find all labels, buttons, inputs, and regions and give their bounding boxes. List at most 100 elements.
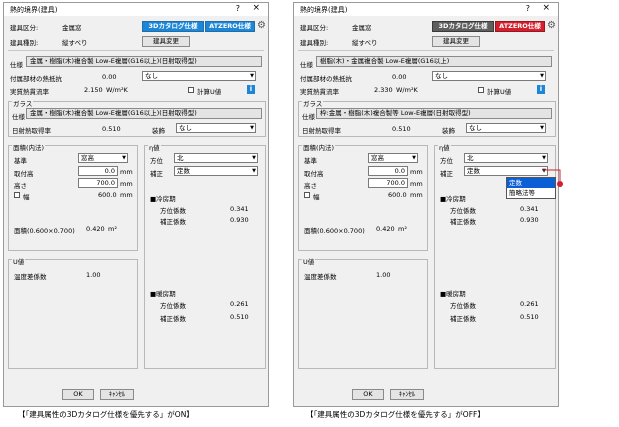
area-value: 0.420 <box>86 225 105 233</box>
atzero-spec-button[interactable]: ATZERO仕様 <box>495 21 545 32</box>
catalog-spec-button[interactable]: 3Dカタログ仕様 <box>432 21 494 32</box>
haba-value: 600.0 <box>98 191 117 199</box>
shurui-label: 建具種別: <box>10 39 39 47</box>
dropdown-arrow-icon: ▼ <box>540 125 544 131</box>
spec-button[interactable]: 金属・樹脂(木)複合製 Low-E複層(G16以上)(日射取得型) <box>26 56 262 67</box>
keisan-checkbox[interactable] <box>188 87 194 93</box>
catalog-spec-button[interactable]: 3Dカタログ仕様 <box>142 21 204 32</box>
info-icon[interactable]: i <box>247 85 255 94</box>
haba-label: 幅 <box>313 193 320 201</box>
atzero-spec-button[interactable]: ATZERO仕様 <box>205 21 255 32</box>
kijun-select[interactable]: 窓高 ▼ <box>78 153 128 163</box>
takasa-label: 高さ <box>304 182 317 190</box>
cancel-button[interactable]: ｷｬﾝｾﾙ <box>390 389 424 400</box>
ok-button[interactable]: OK <box>352 389 384 400</box>
danbo-hoi-label: 方位係数 <box>160 302 186 310</box>
info-icon[interactable]: i <box>537 85 545 94</box>
menseki-title: 面積(内法) <box>302 142 336 152</box>
kubun-value: 金属窓 <box>352 24 372 32</box>
help-button[interactable]: ? <box>236 4 240 13</box>
toritsuke-label: 取付高 <box>14 170 34 178</box>
keisan-label: 計算U値 <box>197 88 222 96</box>
reibo-hoi-value: 0.341 <box>520 205 539 213</box>
keisan-label: 計算U値 <box>487 88 512 96</box>
dropdown-arrow-icon: ▼ <box>252 155 256 161</box>
takasa-input[interactable]: 700.0 <box>78 178 118 188</box>
nissha-value: 0.510 <box>392 125 411 133</box>
toritsuke-input[interactable]: 0.0 <box>368 166 408 176</box>
title-bar: 熱的境界(建具) ? × <box>294 3 558 16</box>
shiyo-label: 仕様 <box>10 61 23 69</box>
eta-group <box>144 145 266 369</box>
reibo-hosei-label: 補正係数 <box>450 218 476 226</box>
cancel-button[interactable]: ｷｬﾝｾﾙ <box>100 389 134 400</box>
danbo-hosei-label: 補正係数 <box>450 315 476 323</box>
dropdown-arrow-icon: ▼ <box>250 73 254 79</box>
kubun-label: 建具区分: <box>300 24 329 32</box>
fuzoku-select[interactable]: なし ▼ <box>432 71 546 81</box>
dropdown-arrow-icon: ▼ <box>412 155 416 161</box>
glass-spec-button[interactable]: 金属・樹脂(木)複合製 Low-E複層(G16以上)(日射取得型) <box>26 108 262 119</box>
hoi-select[interactable]: 北 ▼ <box>464 153 548 163</box>
takasa-unit: mm <box>410 180 423 188</box>
toritsuke-unit: mm <box>120 168 133 176</box>
dialog-title: 熱的境界(建具) <box>300 6 348 14</box>
danbo-hosei-value: 0.510 <box>520 313 539 321</box>
kubun-value: 金属窓 <box>62 24 82 32</box>
shurui-value: 縦すべり <box>62 39 88 47</box>
glass-shiyo-label: 仕様 <box>12 113 25 121</box>
keisan-checkbox[interactable] <box>478 87 484 93</box>
danbo-title: ■暖房期 <box>150 290 176 298</box>
hosei-select[interactable]: 定数 ▼ <box>464 166 548 176</box>
hoi-select[interactable]: 北 ▼ <box>174 153 258 163</box>
change-fitting-button[interactable]: 建具変更 <box>142 36 190 47</box>
hosei-select[interactable]: 定数 ▼ <box>174 166 258 176</box>
danbo-hoi-value: 0.261 <box>230 300 249 308</box>
divider <box>8 50 264 51</box>
ondo-label: 温度差係数 <box>14 273 47 281</box>
soshoku-select[interactable]: なし ▼ <box>176 123 256 133</box>
eta-title: η値 <box>148 142 161 152</box>
gear-icon[interactable]: ⚙ <box>257 21 267 31</box>
fuzoku-value: 0.00 <box>102 73 117 81</box>
soshoku-select[interactable]: なし ▼ <box>466 123 546 133</box>
ok-button[interactable]: OK <box>62 389 94 400</box>
reibo-hoi-value: 0.341 <box>230 205 249 213</box>
takasa-input[interactable]: 700.0 <box>368 178 408 188</box>
menseki-title: 面積(内法) <box>12 142 46 152</box>
hoi-select-value: 北 <box>467 154 474 162</box>
fuzoku-select-value: なし <box>145 72 158 80</box>
eta-title: η値 <box>438 142 451 152</box>
area-unit: m² <box>398 225 407 233</box>
change-fitting-button[interactable]: 建具変更 <box>432 36 480 47</box>
fuzoku-select[interactable]: なし ▼ <box>142 71 256 81</box>
glass-spec-button[interactable]: 枠:金属・樹脂(木)複合製等 Low-E複層(日射取得型) <box>316 108 552 119</box>
dialog-right: 熱的境界(建具) ? × 建具区分: 金属窓 3Dカタログ仕様 ATZERO仕様… <box>293 2 559 407</box>
danbo-hoi-value: 0.261 <box>520 300 539 308</box>
haba-checkbox[interactable] <box>304 192 310 198</box>
glass-title: ガラス <box>12 98 34 108</box>
spec-button[interactable]: 樹脂(木)・金属複合製 Low-E複層(G16以上) <box>316 56 552 67</box>
haba-checkbox[interactable] <box>14 192 20 198</box>
ondo-label: 温度差係数 <box>304 273 337 281</box>
soshoku-label: 装飾 <box>442 127 455 135</box>
callout-connector <box>542 169 563 187</box>
fuzoku-label: 付属部材の熱抵抗 <box>300 75 352 83</box>
kijun-select[interactable]: 窓高 ▼ <box>368 153 418 163</box>
dropdown-arrow-icon: ▼ <box>252 168 256 174</box>
help-button[interactable]: ? <box>526 4 530 13</box>
soshoku-label: 装飾 <box>152 127 165 135</box>
hoi-select-value: 北 <box>177 154 184 162</box>
dropdown-option[interactable]: 簡略法等 <box>507 188 555 198</box>
haba-value: 600.0 <box>388 191 407 199</box>
kijun-select-value: 窓高 <box>81 154 94 162</box>
haba-label: 幅 <box>23 193 30 201</box>
close-button[interactable]: × <box>252 3 260 13</box>
toritsuke-input[interactable]: 0.0 <box>78 166 118 176</box>
hoi-label: 方位 <box>440 157 453 165</box>
kijun-select-value: 窓高 <box>371 154 384 162</box>
close-button[interactable]: × <box>542 3 550 13</box>
dropdown-arrow-icon: ▼ <box>250 125 254 131</box>
netsu-value: 2.330 <box>374 86 393 94</box>
gear-icon[interactable]: ⚙ <box>547 21 557 31</box>
